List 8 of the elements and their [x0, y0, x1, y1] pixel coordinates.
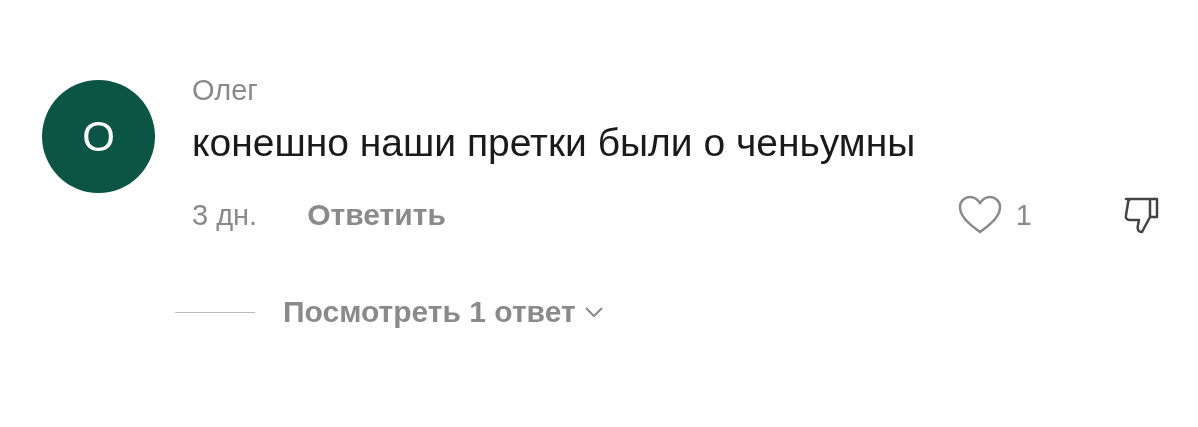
reply-button[interactable]: Ответить — [307, 198, 446, 232]
author-name: Олег — [192, 74, 259, 107]
view-replies-button[interactable]: Посмотреть 1 ответ — [283, 295, 604, 329]
chevron-down-icon — [583, 306, 604, 318]
like-button[interactable]: 1 — [957, 195, 1032, 235]
comment-text: конешно наши претки были о ченьумны — [192, 121, 917, 165]
comment-time: 3 дн. — [192, 198, 258, 232]
avatar: О — [42, 80, 155, 193]
